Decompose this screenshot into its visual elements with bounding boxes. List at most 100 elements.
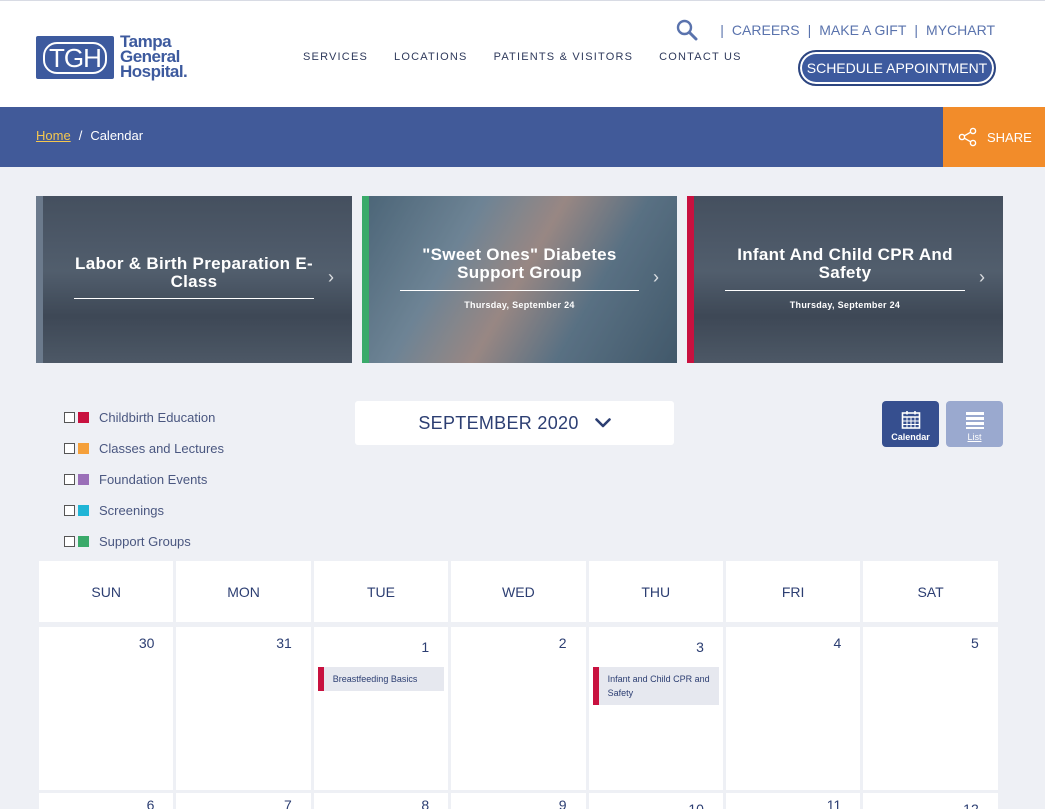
calendar-week: 6 7 8 9 10 11 12 bbox=[39, 793, 998, 809]
day-number: 8 bbox=[421, 797, 430, 809]
divider: | bbox=[807, 22, 812, 38]
breadcrumb-separator: / bbox=[78, 128, 83, 143]
event-category-bar bbox=[317, 667, 324, 691]
calendar-day[interactable]: 1 Breastfeeding Basics bbox=[313, 627, 449, 790]
share-label: SHARE bbox=[987, 129, 1032, 145]
checkbox[interactable] bbox=[64, 443, 75, 454]
nav-patients-visitors[interactable]: PATIENTS & VISITORS bbox=[494, 51, 634, 63]
calendar-event[interactable]: Infant and Child CPR and Safety bbox=[592, 667, 719, 705]
breadcrumb-home[interactable]: Home bbox=[36, 128, 71, 143]
calendar-day[interactable]: 8 bbox=[313, 793, 449, 809]
breadcrumb-bar: Home / Calendar SHARE bbox=[0, 107, 1045, 167]
event-title: Breastfeeding Basics bbox=[332, 674, 418, 684]
card-category-stripe bbox=[687, 196, 694, 363]
card-divider bbox=[400, 290, 639, 291]
card-title: Labor & Birth Preparation E-Class bbox=[75, 254, 313, 291]
filter-childbirth-education[interactable]: Childbirth Education bbox=[64, 402, 224, 433]
calendar-day[interactable]: 12 bbox=[863, 793, 998, 809]
card-divider bbox=[725, 290, 965, 291]
filter-screenings[interactable]: Screenings bbox=[64, 495, 224, 526]
chevron-right-icon[interactable]: › bbox=[328, 268, 338, 286]
nav-contact-us[interactable]: CONTACT US bbox=[659, 51, 742, 63]
filter-label: Classes and Lectures bbox=[99, 441, 225, 456]
weekday-sat: SAT bbox=[863, 561, 998, 622]
nav-services[interactable]: SERVICES bbox=[303, 51, 368, 63]
card-divider bbox=[74, 298, 314, 299]
calendar-day[interactable]: 11 bbox=[725, 793, 861, 809]
filter-label: Screenings bbox=[99, 503, 165, 518]
day-number: 9 bbox=[558, 797, 567, 809]
link-careers[interactable]: CAREERS bbox=[732, 22, 800, 38]
calendar-day[interactable]: 3 Infant and Child CPR and Safety bbox=[588, 627, 723, 790]
category-filter-legend: Childbirth Education Classes and Lecture… bbox=[64, 402, 224, 557]
featured-event-card[interactable]: Labor & Birth Preparation E-Class › bbox=[36, 196, 352, 363]
weekday-header: SUN MON TUE WED THU FRI SAT bbox=[39, 561, 998, 622]
weekday-sun: SUN bbox=[39, 561, 174, 622]
checkbox[interactable] bbox=[64, 505, 75, 516]
nav-locations[interactable]: LOCATIONS bbox=[394, 51, 468, 63]
tgh-logo[interactable]: TGH Tampa General Hospital. bbox=[36, 33, 206, 84]
checkbox[interactable] bbox=[64, 412, 75, 423]
link-make-a-gift[interactable]: MAKE A GIFT bbox=[819, 22, 906, 38]
card-date: Thursday, September 24 bbox=[789, 300, 901, 310]
month-selector[interactable]: SEPTEMBER 2020 bbox=[355, 401, 674, 445]
chevron-right-icon[interactable]: › bbox=[979, 268, 989, 286]
calendar-day[interactable]: 30 bbox=[39, 627, 174, 790]
filter-foundation-events[interactable]: Foundation Events bbox=[64, 464, 224, 495]
day-number: 31 bbox=[276, 635, 292, 651]
event-title: Infant and Child CPR and Safety bbox=[607, 674, 710, 698]
calendar-day[interactable]: 5 bbox=[863, 627, 998, 790]
utility-links: | CAREERS | MAKE A GIFT | MYCHART bbox=[676, 19, 995, 41]
filter-classes-and-lectures[interactable]: Classes and Lectures bbox=[64, 433, 224, 464]
filter-support-groups[interactable]: Support Groups bbox=[64, 526, 224, 557]
calendar-day[interactable]: 9 bbox=[451, 793, 586, 809]
calendar-day[interactable]: 31 bbox=[176, 627, 311, 790]
calendar-week: 30 31 1 Breastfeeding Basics 2 3 Infant … bbox=[39, 627, 998, 790]
weekday-thu: THU bbox=[588, 561, 723, 622]
breadcrumb-current: Calendar bbox=[90, 128, 144, 143]
schedule-appointment-button[interactable]: SCHEDULE APPOINTMENT bbox=[798, 50, 996, 86]
link-mychart[interactable]: MYCHART bbox=[926, 22, 995, 38]
logo-mark: TGH bbox=[36, 36, 114, 79]
calendar-day[interactable]: 6 bbox=[39, 793, 174, 809]
calendar-event[interactable]: Breastfeeding Basics bbox=[317, 667, 445, 691]
calendar-day[interactable]: 2 bbox=[451, 627, 586, 790]
main-nav: SERVICES LOCATIONS PATIENTS & VISITORS C… bbox=[303, 51, 742, 63]
card-date: Thursday, September 24 bbox=[464, 300, 575, 310]
checkbox[interactable] bbox=[64, 474, 75, 485]
category-swatch bbox=[78, 474, 89, 485]
day-number: 3 bbox=[696, 639, 704, 655]
share-button[interactable]: SHARE bbox=[943, 107, 1045, 167]
chevron-right-icon[interactable]: › bbox=[653, 268, 663, 286]
filter-label: Foundation Events bbox=[99, 472, 208, 487]
day-number: 6 bbox=[146, 797, 155, 809]
search-icon[interactable] bbox=[676, 19, 698, 41]
calendar-view-button[interactable]: Calendar bbox=[882, 401, 939, 447]
day-number: 2 bbox=[558, 635, 567, 651]
weekday-mon: MON bbox=[176, 561, 311, 622]
filter-label: Childbirth Education bbox=[99, 410, 216, 425]
checkbox[interactable] bbox=[64, 536, 75, 547]
day-number: 1 bbox=[421, 639, 430, 655]
day-number: 30 bbox=[138, 635, 155, 651]
divider: | bbox=[720, 22, 724, 38]
list-view-button[interactable]: List bbox=[946, 401, 1003, 447]
breadcrumb: Home / Calendar bbox=[36, 128, 143, 143]
weekday-tue: TUE bbox=[313, 561, 449, 622]
calendar-day[interactable]: 10 bbox=[588, 793, 723, 809]
day-number: 7 bbox=[283, 797, 292, 809]
weekday-wed: WED bbox=[451, 561, 586, 622]
event-category-bar bbox=[592, 667, 599, 705]
calendar-day[interactable]: 4 bbox=[725, 627, 861, 790]
category-swatch bbox=[78, 412, 89, 423]
day-number: 5 bbox=[970, 635, 979, 651]
calendar-day[interactable]: 7 bbox=[176, 793, 311, 809]
featured-event-card[interactable]: Infant And Child CPR And Safety Thursday… bbox=[687, 196, 1003, 363]
day-number: 10 bbox=[688, 801, 704, 809]
featured-event-card[interactable]: "Sweet Ones" Diabetes Support Group Thur… bbox=[362, 196, 677, 363]
site-header: TGH Tampa General Hospital. SERVICES LOC… bbox=[0, 0, 1045, 107]
card-title: Infant And Child CPR And Safety bbox=[737, 245, 953, 282]
day-number: 12 bbox=[963, 801, 979, 809]
share-icon bbox=[958, 127, 977, 147]
category-swatch bbox=[78, 505, 89, 516]
